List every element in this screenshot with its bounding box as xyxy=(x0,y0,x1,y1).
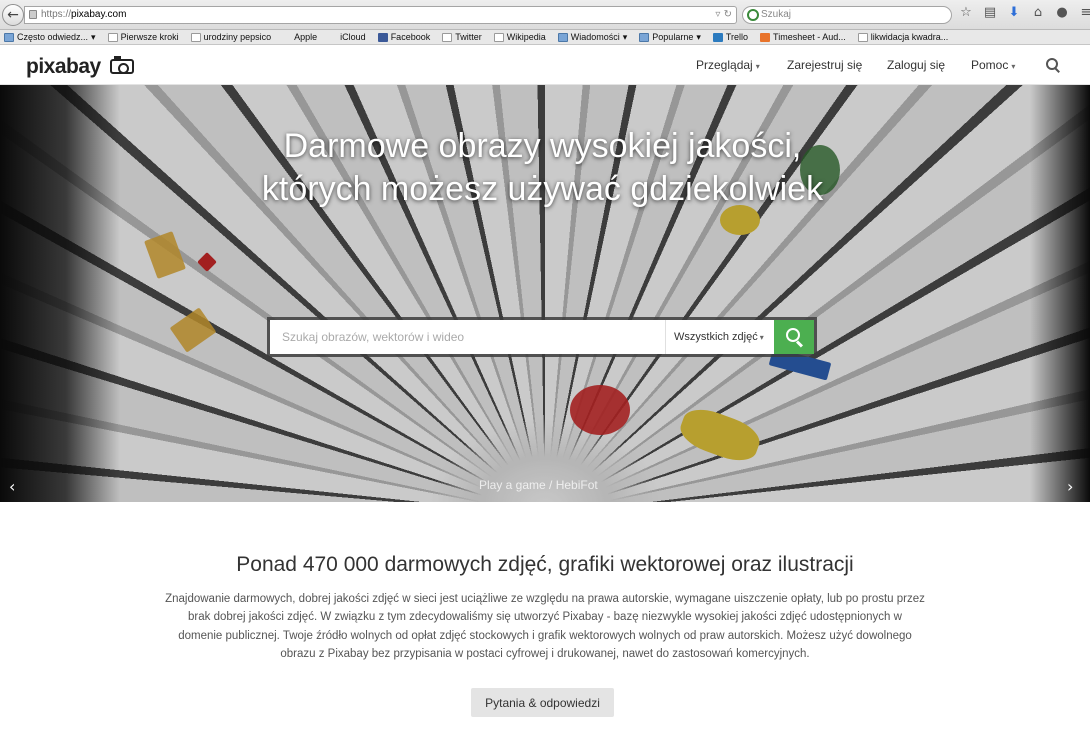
bookmark-label: Wikipedia xyxy=(506,32,546,42)
bookmark-item[interactable]: Często odwiedz... ▾ xyxy=(4,32,96,43)
browser-search-placeholder: Szukaj xyxy=(761,9,792,20)
content-title: Ponad 470 000 darmowych zdjęć, grafiki w… xyxy=(236,553,854,576)
nav-help[interactable]: Pomoc ▾ xyxy=(971,58,1015,72)
browser-toolbar-icons: ☆ ▤ ⬇ ⌂ ● ≡ xyxy=(958,5,1090,25)
apple-icon xyxy=(283,33,291,42)
camera-logo-icon xyxy=(110,56,134,74)
bookmark-label: Timesheet - Aud... xyxy=(773,32,846,42)
bookmark-label: Facebook xyxy=(390,32,431,42)
page-icon xyxy=(493,32,504,42)
hero-search-inner: Wszystkich zdjęć▾ xyxy=(270,320,814,354)
bookmark-item[interactable]: likwidacja kwadra... xyxy=(857,32,949,42)
bookmark-item[interactable]: iCloud xyxy=(329,32,366,42)
bookmarks-bar: Często odwiedz... ▾ Pierwsze kroki urodzi… xyxy=(0,30,1090,45)
bookmark-item[interactable]: Wikipedia xyxy=(493,32,546,42)
chevron-down-icon: ▾ xyxy=(759,333,764,342)
search-engine-icon xyxy=(747,9,759,21)
hero-search-bar: Wszystkich zdjęć▾ xyxy=(267,317,817,357)
bookmark-label: iCloud xyxy=(340,32,366,42)
nav-browse[interactable]: Przeglądaj ▾ xyxy=(696,58,760,72)
bookmark-item[interactable]: Timesheet - Aud... xyxy=(760,32,846,42)
folder-icon xyxy=(557,32,568,42)
chevron-down-icon: ▾ xyxy=(622,31,628,42)
timesheet-icon xyxy=(760,32,771,42)
site-header: pixabay Przeglądaj ▾ Zarejestruj się Zalo… xyxy=(0,46,1090,85)
bookmark-item[interactable]: urodziny pepsico xyxy=(190,32,272,42)
page-icon xyxy=(857,32,868,42)
home-icon[interactable]: ⌂ xyxy=(1030,5,1046,25)
hero-title: Darmowe obrazy wysokiej jakości, których… xyxy=(261,127,824,208)
browser-toolbar: ← https://pixabay.com ▿ ↻ Szukaj ☆ ▤ ⬇ ⌂… xyxy=(0,0,1090,30)
apple-icon xyxy=(329,33,337,42)
chevron-down-icon: ▾ xyxy=(755,62,760,71)
url-host: pixabay.com xyxy=(71,9,127,20)
search-icon[interactable] xyxy=(1046,58,1060,72)
browser-search-input[interactable]: Szukaj xyxy=(742,6,952,24)
chevron-down-icon: ▾ xyxy=(696,31,701,42)
next-slide-icon[interactable]: › xyxy=(1067,477,1073,496)
bookmark-item[interactable]: Twitter xyxy=(442,32,482,42)
hero-search-input[interactable] xyxy=(270,320,665,354)
content-description: Znajdowanie darmowych, dobrej jakości zd… xyxy=(165,593,925,660)
folder-icon xyxy=(639,32,650,42)
bookmark-label: Twitter xyxy=(455,32,482,42)
bookmark-label: Popularne xyxy=(652,32,694,42)
address-bar[interactable]: https://pixabay.com ▿ ↻ xyxy=(24,6,737,24)
bookmark-item[interactable]: Pierwsze kroki xyxy=(107,32,179,42)
hero-banner: Darmowe obrazy wysokiej jakości, których… xyxy=(0,85,1090,502)
nav-browse-label: Przeglądaj xyxy=(696,58,753,72)
bookmark-label: Wiadomości xyxy=(570,32,620,42)
bookmark-label: Apple xyxy=(294,32,318,42)
reload-icon[interactable]: ▿ ↻ xyxy=(715,7,732,23)
bookmark-label: Trello xyxy=(725,32,749,42)
prev-slide-icon[interactable]: ‹ xyxy=(9,477,15,496)
url-scheme: https:// xyxy=(41,9,72,20)
back-arrow-icon[interactable]: ← xyxy=(2,4,24,26)
search-submit-button[interactable] xyxy=(774,320,814,354)
facebook-icon xyxy=(377,32,388,42)
bookmark-label: urodziny pepsico xyxy=(203,32,272,42)
nav-register[interactable]: Zarejestruj się xyxy=(787,58,862,72)
page-icon xyxy=(107,32,118,42)
page-icon xyxy=(442,32,453,42)
folder-icon xyxy=(4,32,14,42)
search-type-select[interactable]: Wszystkich zdjęć ▾ xyxy=(666,320,774,354)
photo-credit[interactable]: Play a game / HebiFot xyxy=(479,478,598,492)
faq-button[interactable]: Pytania & odpowiedzi xyxy=(471,688,614,717)
bookmark-item[interactable]: Wiadomości ▾ xyxy=(557,31,628,43)
site-logo[interactable]: pixabay xyxy=(26,55,101,79)
chevron-down-icon: ▾ xyxy=(91,31,96,42)
search-type-label: Wszystkich zdjęć xyxy=(674,331,758,343)
lock-icon xyxy=(29,10,37,19)
nav-login[interactable]: Zaloguj się xyxy=(887,58,945,72)
reading-list-icon[interactable]: ▤ xyxy=(982,5,998,25)
page-icon xyxy=(190,32,201,42)
menu-icon[interactable]: ≡ xyxy=(1078,5,1090,25)
hero-vignette-left xyxy=(0,85,120,502)
bookmark-item[interactable]: Trello xyxy=(712,32,749,42)
bookmark-label: likwidacja kwadra... xyxy=(870,32,949,42)
chevron-down-icon: ▾ xyxy=(1011,62,1016,71)
bookmark-label: Pierwsze kroki xyxy=(120,32,179,42)
bookmark-star-icon[interactable]: ☆ xyxy=(958,5,974,25)
bookmark-item[interactable]: Facebook xyxy=(377,32,431,42)
bookmark-label: Często odwiedz... xyxy=(17,32,89,42)
nav-help-label: Pomoc xyxy=(971,58,1009,72)
chat-icon[interactable]: ● xyxy=(1054,5,1070,25)
download-icon[interactable]: ⬇ xyxy=(1006,5,1022,25)
trello-icon xyxy=(712,32,723,42)
hero-vignette-right xyxy=(1030,85,1090,502)
bookmark-item[interactable]: Popularne ▾ xyxy=(639,32,701,43)
bookmark-item[interactable]: Apple xyxy=(283,32,317,42)
